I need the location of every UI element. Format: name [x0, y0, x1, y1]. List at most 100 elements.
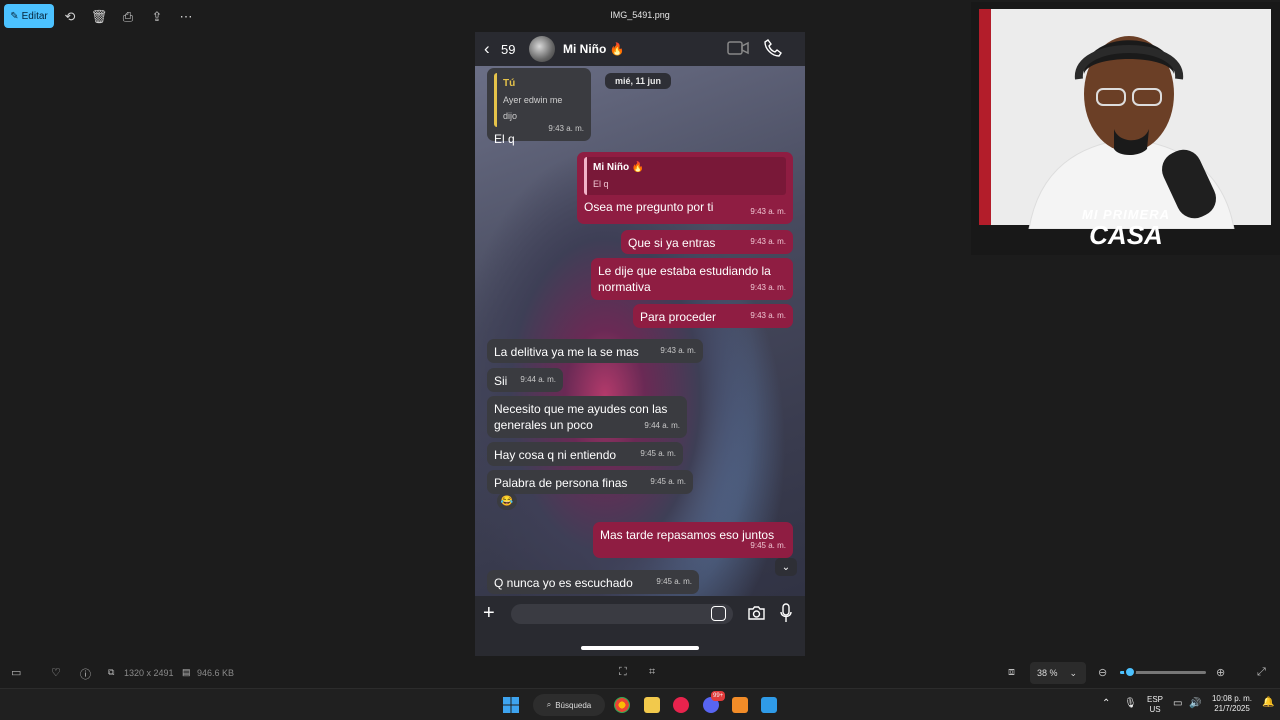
message-time: 9:43 a. m. — [750, 207, 786, 216]
clock[interactable]: 10:08 p. m. 21/7/2025 — [1206, 694, 1258, 714]
zoom-slider-handle[interactable] — [1124, 666, 1136, 678]
file-explorer-icon[interactable] — [644, 697, 660, 713]
message-bubble[interactable]: Necesito que me ayudes con las generales… — [487, 396, 687, 438]
quoted-message[interactable]: Mi Niño 🔥 El q — [584, 157, 786, 195]
more-icon[interactable]: ⋯ — [177, 8, 195, 26]
message-bubble[interactable]: Sii 9:44 a. m. — [487, 368, 563, 392]
message-bubble[interactable]: Q nunca yo es escuchado 9:45 a. m. — [487, 570, 699, 594]
plus-icon[interactable]: + — [483, 602, 495, 625]
fullscreen-icon[interactable]: ⤢ — [1257, 666, 1266, 679]
quote-author: Mi Niño 🔥 — [593, 162, 645, 173]
viewer-infobar: ▭ ♡ ⓘ ⧉ 1320 x 2491 ▤ 946.6 KB ⛶ ⌗ ⧈ 38 … — [0, 657, 1280, 688]
notifications-icon[interactable]: 🔔 — [1262, 698, 1274, 708]
message-time: 9:43 a. m. — [660, 346, 696, 355]
windows-start-icon[interactable] — [503, 697, 519, 713]
chevron-down-icon: ⌄ — [1069, 667, 1078, 678]
language-bottom: US — [1149, 705, 1161, 714]
volume-icon[interactable]: 🔊 — [1189, 699, 1201, 709]
search-icon: ⌕ — [546, 700, 552, 709]
rotate-icon[interactable]: ⟲ — [61, 8, 79, 26]
network-icon[interactable]: ▭ — [1173, 699, 1182, 709]
edit-icon: ✎ — [10, 10, 19, 22]
quote-author: Tú — [503, 78, 516, 89]
actual-size-icon[interactable]: ⧈ — [1008, 666, 1015, 679]
info-icon[interactable]: ⓘ — [80, 666, 91, 682]
home-indicator — [581, 646, 699, 650]
message-bubble[interactable]: Hay cosa q ni entiendo 9:45 a. m. — [487, 442, 683, 466]
message-input[interactable] — [511, 604, 733, 624]
emoji-reaction[interactable]: 😂 — [497, 492, 517, 510]
message-composer: + — [475, 596, 805, 656]
clock-date: 21/7/2025 — [1214, 704, 1250, 713]
avatar[interactable] — [529, 36, 555, 62]
media-app-icon[interactable] — [673, 697, 689, 713]
camera-icon[interactable] — [747, 605, 766, 621]
channel-logo: MI PRIMERA CASA — [1071, 207, 1181, 255]
fit-screen-icon[interactable]: ⛶ — [619, 666, 627, 679]
filmstrip-icon[interactable]: ▭ — [11, 666, 21, 679]
photos-app-icon[interactable] — [761, 697, 777, 713]
ocr-icon[interactable]: ⌗ — [649, 666, 655, 679]
phone-call-icon[interactable] — [764, 39, 782, 57]
message-bubble[interactable]: Le dije que estaba estudiando la normati… — [591, 258, 793, 300]
print-icon[interactable]: ⎙ — [119, 8, 137, 26]
message-time: 9:43 a. m. — [548, 124, 584, 133]
zoom-dropdown[interactable]: 38 % ⌄ — [1030, 662, 1086, 684]
zoom-in-icon[interactable]: ⊕ — [1216, 666, 1225, 679]
message-time: 9:44 a. m. — [644, 421, 680, 430]
message-bubble[interactable]: Mi Niño 🔥 El q Osea me pregunto por ti 9… — [577, 152, 793, 224]
quoted-message[interactable]: Tú Ayer edwin me dijo — [494, 73, 584, 127]
contact-name[interactable]: Mi Niño 🔥 — [563, 42, 625, 56]
microphone-icon[interactable] — [780, 603, 792, 623]
message-bubble[interactable]: Tú Ayer edwin me dijo El q 9:43 a. m. — [487, 68, 591, 146]
sticker-icon[interactable] — [711, 606, 726, 621]
video-call-icon[interactable] — [727, 40, 749, 56]
message-bubble[interactable]: La delitiva ya me la se mas 9:43 a. m. — [487, 339, 703, 363]
message-time: 9:45 a. m. — [650, 477, 686, 486]
file-size: 946.6 KB — [197, 668, 235, 678]
notification-badge: 99+ — [711, 691, 726, 701]
delete-icon[interactable]: 🗑 — [90, 8, 108, 26]
message-time: 9:45 a. m. — [640, 449, 676, 458]
chrome-icon[interactable] — [614, 697, 630, 713]
quote-text: Ayer edwin me dijo — [503, 95, 563, 121]
image-dimensions: 1320 x 2491 — [124, 668, 174, 678]
webcam-overlay: MI PRIMERA CASA — [971, 2, 1280, 255]
taskbar: ⌕ Búsqueda 99+ ⌃ 🎙 ESP US ▭ 🔊 10:08 p. m… — [0, 688, 1280, 720]
message-time: 9:43 a. m. — [750, 237, 786, 246]
message-time: 9:43 a. m. — [750, 311, 786, 320]
date-chip: mié, 11 jun — [605, 73, 672, 89]
share-icon[interactable]: ⇪ — [148, 8, 166, 26]
edit-button-label: Editar — [21, 10, 48, 22]
language-indicator[interactable]: ESP US — [1144, 695, 1166, 715]
clock-time: 10:08 p. m. — [1211, 694, 1253, 703]
chevron-up-icon[interactable]: ⌃ — [1102, 699, 1110, 709]
back-count[interactable]: 59 — [501, 42, 515, 57]
quote-text: El q — [593, 179, 609, 189]
message-time: 9:45 a. m. — [750, 541, 786, 550]
edit-button[interactable]: ✎ Editar — [4, 4, 54, 28]
message-time: 9:44 a. m. — [520, 375, 556, 384]
zoom-level: 38 % — [1037, 668, 1058, 678]
favorite-icon[interactable]: ♡ — [51, 666, 61, 679]
chat-screenshot: ‹ 59 Mi Niño 🔥 mié, 11 jun Tú Ayer edwin… — [475, 32, 805, 656]
file-title: IMG_5491.png — [610, 10, 670, 20]
zoom-out-icon[interactable]: ⊖ — [1098, 666, 1107, 679]
language-top: ESP — [1146, 695, 1163, 704]
message-bubble[interactable]: Palabra de persona finas 9:45 a. m. — [487, 470, 693, 494]
message-time: 9:45 a. m. — [656, 577, 692, 586]
streamer-video — [1028, 36, 1235, 229]
microphone-tray-icon[interactable]: 🎙 — [1124, 699, 1137, 709]
message-time: 9:43 a. m. — [750, 283, 786, 292]
taskbar-search[interactable]: ⌕ Búsqueda — [533, 694, 605, 716]
logo-line-2: CASA — [1089, 220, 1163, 250]
scroll-down-icon[interactable]: ⌄ — [775, 558, 797, 576]
taskbar-search-label: Búsqueda — [555, 700, 592, 710]
back-chevron-icon[interactable]: ‹ — [484, 39, 490, 59]
message-bubble[interactable]: Que si ya entras 9:43 a. m. — [621, 230, 793, 254]
webcam-frame — [979, 9, 1271, 229]
chat-header: ‹ 59 Mi Niño 🔥 — [475, 32, 805, 66]
editor-app-icon[interactable] — [732, 697, 748, 713]
message-bubble[interactable]: Para proceder 9:43 a. m. — [633, 304, 793, 328]
message-bubble[interactable]: Mas tarde repasamos eso juntos 9:45 a. m… — [593, 522, 793, 558]
